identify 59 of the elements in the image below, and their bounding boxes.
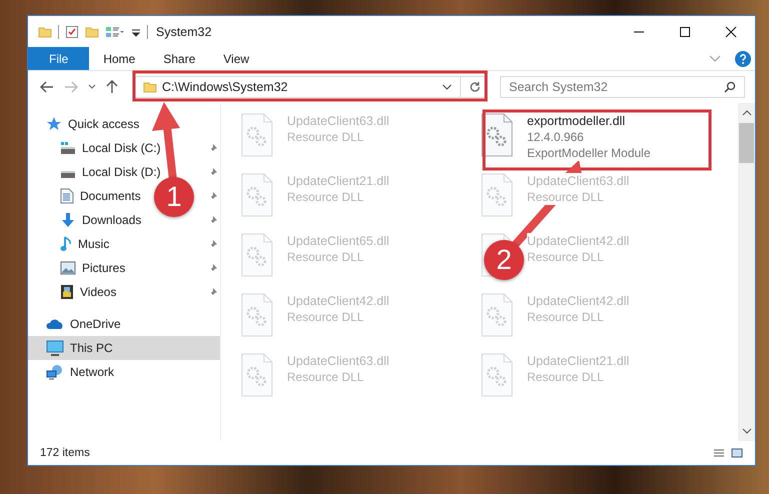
gear-file-icon bbox=[481, 353, 513, 397]
document-icon bbox=[60, 188, 74, 204]
gear-file-icon bbox=[241, 353, 273, 397]
gear-file-icon bbox=[481, 173, 513, 217]
maximize-icon[interactable] bbox=[679, 26, 691, 38]
dropdown-icon[interactable] bbox=[442, 83, 452, 91]
scrollbar-thumb[interactable] bbox=[739, 123, 754, 163]
music-note-icon bbox=[60, 236, 72, 252]
sidebar-item[interactable]: Network bbox=[28, 360, 220, 384]
scrollbar[interactable] bbox=[738, 103, 755, 441]
search-icon bbox=[724, 81, 736, 93]
item-count: 172 items bbox=[40, 447, 90, 459]
scroll-down-icon[interactable] bbox=[742, 427, 752, 435]
close-icon[interactable] bbox=[725, 26, 737, 38]
film-icon bbox=[60, 284, 74, 300]
gear-file-icon bbox=[481, 293, 513, 337]
sidebar-item[interactable]: Videos bbox=[28, 280, 120, 304]
tiles-view-icon[interactable] bbox=[731, 448, 743, 458]
gear-file-icon bbox=[241, 233, 273, 277]
recent-dropdown-icon[interactable] bbox=[88, 84, 96, 90]
checklist-icon[interactable] bbox=[65, 24, 79, 38]
gear-file-icon bbox=[241, 173, 273, 217]
ribbon-tab[interactable]: Share bbox=[149, 47, 210, 70]
ribbon-tab[interactable]: File bbox=[28, 47, 90, 70]
address-bar[interactable]: C:\Windows\System32 bbox=[134, 76, 486, 98]
search-field[interactable]: Search System32 bbox=[500, 76, 745, 98]
chevron-icon[interactable] bbox=[709, 54, 721, 62]
back-icon[interactable] bbox=[40, 81, 54, 93]
star-icon bbox=[46, 116, 62, 132]
gear-file-icon bbox=[481, 113, 513, 157]
scroll-up-icon[interactable] bbox=[742, 109, 752, 117]
sidebar-item[interactable]: Downloads bbox=[28, 208, 146, 232]
ribbon-tab[interactable]: View bbox=[209, 47, 264, 70]
up-icon[interactable] bbox=[106, 80, 118, 94]
sidebar-item[interactable]: Local Disk (C:) bbox=[28, 136, 165, 160]
sidebar-item[interactable]: Documents bbox=[28, 184, 145, 208]
gear-file-icon bbox=[241, 113, 273, 157]
drive-icon bbox=[60, 141, 76, 155]
file-detail: Resource DLL bbox=[527, 189, 604, 205]
sidebar-item[interactable]: Music bbox=[28, 232, 114, 256]
folder-icon bbox=[143, 80, 157, 94]
cloud-icon bbox=[46, 318, 64, 330]
computer-icon bbox=[46, 340, 64, 356]
gear-file-icon bbox=[241, 293, 273, 337]
sidebar-item[interactable]: Pictures bbox=[28, 256, 130, 280]
network-icon bbox=[46, 364, 64, 380]
sidebar-item[interactable]: This PC bbox=[28, 336, 220, 360]
refresh-icon[interactable] bbox=[469, 81, 481, 93]
picture-icon bbox=[60, 261, 76, 275]
help-icon[interactable] bbox=[735, 50, 751, 66]
sidebar-item[interactable]: Quick access bbox=[28, 112, 220, 136]
download-arrow-icon bbox=[60, 212, 76, 228]
file-detail: ExportModeller Module bbox=[527, 145, 650, 161]
properties-icon[interactable] bbox=[105, 24, 125, 38]
details-view-icon[interactable] bbox=[713, 448, 725, 458]
window-title: System32 bbox=[156, 24, 212, 38]
file-name[interactable]: exportmodeller.dll bbox=[527, 113, 625, 129]
ribbon-tab[interactable]: Home bbox=[89, 47, 150, 70]
sidebar-item[interactable]: OneDrive bbox=[28, 312, 220, 336]
